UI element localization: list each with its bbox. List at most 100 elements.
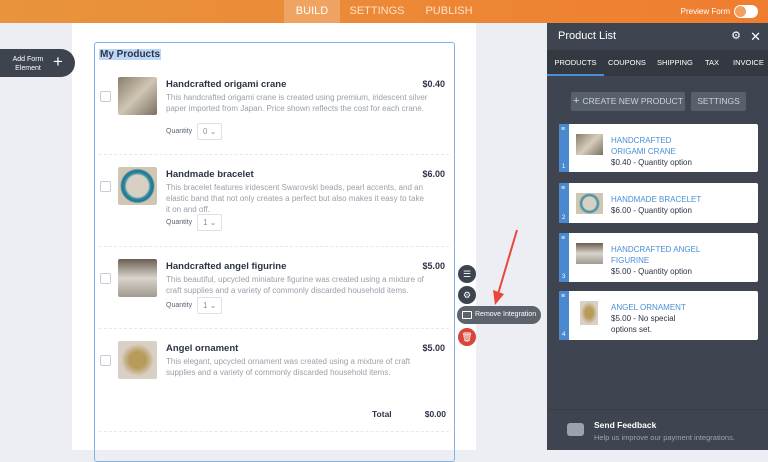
list-icon[interactable]: ☰ (458, 265, 476, 283)
create-new-product-button[interactable]: + CREATE NEW PRODUCT (571, 92, 685, 111)
drag-handle[interactable]: ≡ 3 (559, 233, 569, 282)
drag-handle[interactable]: ≡ 4 (559, 291, 569, 340)
tab-build[interactable]: BUILD (284, 0, 340, 23)
quantity-select[interactable]: 1 ⌄ (197, 214, 222, 231)
tab-products[interactable]: PRODUCTS (547, 50, 604, 76)
chat-icon (567, 423, 584, 436)
feedback-subtitle: Help us improve our payment integrations… (594, 433, 735, 442)
card-title[interactable]: HANDMADE BRACELET (611, 194, 731, 205)
product-name: Angel ornament (166, 343, 239, 354)
product-list-panel: Product List ⚙ ✕ PRODUCTS COUPONS SHIPPI… (547, 23, 768, 450)
gear-icon[interactable]: ⚙ (458, 286, 476, 304)
divider (99, 328, 449, 329)
send-feedback[interactable]: Send Feedback Help us improve our paymen… (547, 409, 768, 450)
create-label: CREATE NEW PRODUCT (582, 96, 683, 106)
card-title[interactable]: ANGEL ORNAMENT (611, 302, 731, 313)
add-form-element-button[interactable]: Add Form Element + (0, 49, 75, 77)
divider (99, 154, 449, 155)
product-checkbox[interactable] (100, 355, 111, 366)
product-description: This elegant, upcycled ornament was crea… (166, 357, 411, 377)
drag-handle[interactable]: ≡ 1 (559, 124, 569, 172)
product-card[interactable]: ≡ 2 HANDMADE BRACELET $6.00 - Quantity op… (559, 183, 758, 223)
product-description: This bracelet features iridescent Swarov… (166, 183, 424, 214)
product-card[interactable]: ≡ 1 HANDCRAFTED ORIGAMI CRANE $0.40 - Qua… (559, 124, 758, 172)
arrow-annotation (493, 229, 518, 305)
drag-icon: ≡ (561, 235, 566, 242)
product-description: This beautiful, upcycled miniature figur… (166, 275, 424, 295)
tab-publish[interactable]: PUBLISH (418, 0, 480, 23)
product-price: $0.40 (422, 79, 445, 89)
product-checkbox[interactable] (100, 181, 111, 192)
tab-coupons[interactable]: COUPONS (608, 50, 646, 76)
divider (99, 431, 449, 432)
settings-button[interactable]: SETTINGS (691, 92, 746, 111)
tab-shipping[interactable]: SHIPPING (657, 50, 693, 76)
tab-settings[interactable]: SETTINGS (342, 0, 412, 23)
card-title[interactable]: HANDCRAFTED ANGEL FIGURINE (611, 244, 706, 266)
product-price: $5.00 (422, 343, 445, 353)
product-image (118, 167, 157, 205)
chevron-down-icon: ⌄ (209, 218, 217, 227)
quantity-select[interactable]: 1 ⌄ (197, 297, 222, 314)
product-name: Handmade bracelet (166, 169, 254, 180)
card-subtitle: $5.00 - Quantity option (611, 267, 692, 276)
card-number: 2 (562, 215, 566, 221)
product-thumbnail (580, 301, 598, 325)
product-name: Handcrafted origami crane (166, 79, 287, 90)
field-title: My Products (99, 49, 162, 60)
product-description: This handcrafted origami crane is create… (166, 93, 428, 113)
top-bar: BUILD SETTINGS PUBLISH Preview Form (0, 0, 768, 23)
product-card[interactable]: ≡ 4 ANGEL ORNAMENT $5.00 - No special opt… (559, 291, 758, 340)
total-label: Total (372, 409, 392, 419)
quantity-value: 1 (203, 301, 208, 310)
card-subtitle: $0.40 - Quantity option (611, 158, 692, 167)
quantity-select[interactable]: 0 ⌄ (197, 123, 222, 140)
card-subtitle: $5.00 - No special options set. (611, 314, 676, 334)
trash-icon[interactable]: 🗑 (458, 328, 476, 346)
panel-title: Product List (558, 30, 617, 42)
feedback-title: Send Feedback (594, 420, 657, 430)
plus-icon: + (573, 95, 583, 107)
chevron-down-icon: ⌄ (209, 127, 217, 136)
card-number: 1 (562, 164, 566, 170)
drag-handle[interactable]: ≡ 2 (559, 183, 569, 223)
add-form-element-label: Add Form Element (12, 56, 44, 72)
remove-integration-label: Remove Integration (475, 311, 537, 318)
product-name: Handcrafted angel figurine (166, 261, 287, 272)
product-list-field[interactable]: My Products Handcrafted origami crane $0… (94, 42, 455, 462)
drag-icon: ≡ (561, 185, 566, 192)
product-checkbox[interactable] (100, 273, 111, 284)
integration-icon (462, 311, 472, 319)
quantity-label: Quantity (166, 219, 193, 226)
tab-tax[interactable]: TAX (705, 50, 719, 76)
product-thumbnail (576, 134, 603, 155)
product-card[interactable]: ≡ 3 HANDCRAFTED ANGEL FIGURINE $5.00 - Qu… (559, 233, 758, 282)
card-number: 3 (562, 274, 566, 280)
total-value: $0.00 (424, 409, 446, 419)
product-price: $5.00 (422, 261, 445, 271)
preview-form-label: Preview Form (680, 7, 730, 16)
quantity-value: 1 (203, 218, 208, 227)
product-thumbnail (576, 243, 603, 264)
chevron-down-icon: ⌄ (209, 301, 217, 310)
tab-invoice[interactable]: INVOICE (733, 50, 764, 76)
card-title[interactable]: HANDCRAFTED ORIGAMI CRANE (611, 135, 681, 157)
product-thumbnail (576, 193, 603, 214)
quantity-label: Quantity (166, 128, 193, 135)
quantity-value: 0 (203, 127, 208, 136)
remove-integration-button[interactable]: Remove Integration (457, 306, 541, 324)
close-icon[interactable]: ✕ (750, 23, 761, 50)
product-price: $6.00 (422, 169, 445, 179)
product-checkbox[interactable] (100, 91, 111, 102)
product-image (118, 259, 157, 297)
plus-icon: + (53, 52, 63, 71)
gear-icon[interactable]: ⚙ (731, 23, 741, 50)
preview-toggle[interactable] (734, 5, 758, 18)
divider (99, 246, 449, 247)
panel-tabs: PRODUCTS COUPONS SHIPPING TAX INVOICE (547, 50, 768, 76)
card-subtitle: $6.00 - Quantity option (611, 206, 692, 215)
product-image (118, 77, 157, 115)
quantity-label: Quantity (166, 302, 193, 309)
drag-icon: ≡ (561, 293, 566, 300)
panel-header: Product List ⚙ ✕ (547, 23, 768, 50)
